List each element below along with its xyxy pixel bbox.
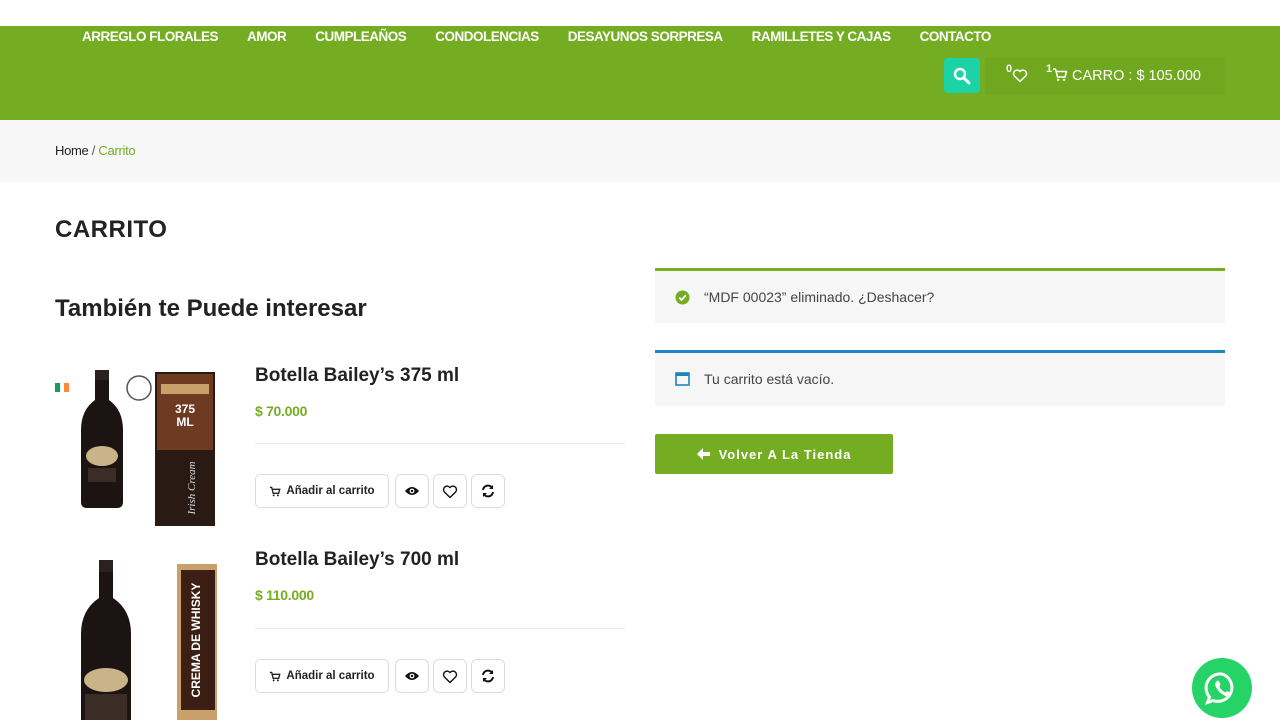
wishlist-button[interactable]: [433, 659, 467, 693]
quick-view-button[interactable]: [395, 474, 429, 508]
product-card: 375 ML Irish Cream Botella Bailey’s 375 …: [55, 365, 625, 528]
breadcrumb-separator: /: [88, 143, 99, 158]
product-price: $ 70.000: [255, 403, 308, 419]
nav-item-ramilletes-y-cajas[interactable]: RAMILLETES Y CAJAS: [752, 26, 892, 48]
window-icon: [675, 372, 690, 386]
refresh-icon: [482, 484, 494, 498]
compare-button[interactable]: [471, 659, 505, 693]
wishlist-button[interactable]: [433, 474, 467, 508]
return-to-shop-button[interactable]: Volver A La Tienda: [655, 434, 893, 474]
breadcrumb: Home / Carrito: [55, 143, 136, 158]
badge-375-line2: ML: [176, 415, 193, 429]
breadcrumb-home[interactable]: Home: [55, 143, 89, 158]
nav-item-desayunos-sorpresa[interactable]: DESAYUNOS SORPRESA: [568, 26, 723, 48]
product-price: $ 110.000: [255, 587, 314, 603]
side-text: Irish Cream: [186, 461, 198, 515]
refresh-icon: [482, 669, 494, 683]
cart-total-link[interactable]: CARRO : $ 105.000: [1072, 67, 1201, 85]
related-products-title: También te Puede interesar: [55, 295, 367, 322]
cart-icon: [270, 671, 282, 681]
page-title: CARRITO: [55, 216, 168, 243]
product-name[interactable]: Botella Bailey’s 700 ml: [255, 549, 459, 571]
empty-cart-notice: Tu carrito está vacío.: [655, 350, 1225, 406]
product-card: CREMA DE WHISKY Botella Bailey’s 700 ml …: [55, 549, 625, 720]
product-image[interactable]: CREMA DE WHISKY: [55, 552, 219, 720]
eye-icon: [405, 487, 419, 495]
nav-item-amor[interactable]: AMOR: [247, 26, 287, 48]
divider: [255, 443, 625, 444]
undo-link[interactable]: ¿Deshacer?: [858, 289, 934, 305]
nav-item-arreglo-florales[interactable]: ARREGLO FLORALES: [82, 26, 219, 48]
add-to-cart-label: Añadir al carrito: [286, 485, 375, 497]
badge-375-line1: 375: [175, 402, 195, 416]
nav-item-contacto[interactable]: CONTACTO: [920, 26, 992, 48]
whatsapp-button[interactable]: [1192, 658, 1252, 718]
nav-item-cumpleanos[interactable]: CUMPLEAÑOS: [315, 26, 407, 48]
removed-notice: “MDF 00023” eliminado. ¿Deshacer?: [655, 268, 1225, 323]
add-to-cart-button[interactable]: Añadir al carrito: [255, 659, 389, 693]
nav-menu: ARREGLO FLORALES AMOR CUMPLEAÑOS CONDOLE…: [82, 26, 1020, 48]
arrow-left-icon: [696, 448, 710, 460]
cart-icon[interactable]: [1052, 67, 1068, 82]
add-to-cart-label: Añadir al carrito: [286, 670, 375, 682]
heart-icon: [442, 484, 458, 498]
divider: [255, 628, 625, 629]
heart-icon: [442, 669, 458, 683]
search-button[interactable]: [944, 58, 980, 93]
search-icon: [953, 67, 971, 84]
breadcrumb-bar: [0, 120, 1280, 182]
cart-icon: [270, 486, 282, 496]
breadcrumb-current: Carrito: [98, 143, 136, 158]
eye-icon: [405, 672, 419, 680]
empty-cart-text: Tu carrito está vacío.: [704, 371, 835, 387]
whatsapp-icon: [1204, 672, 1234, 706]
product-name[interactable]: Botella Bailey’s 375 ml: [255, 365, 459, 387]
quick-view-button[interactable]: [395, 659, 429, 693]
top-strip: [0, 0, 1280, 26]
compare-button[interactable]: [471, 474, 505, 508]
check-circle-icon: [675, 290, 690, 305]
heart-icon[interactable]: [1012, 68, 1028, 83]
return-to-shop-label: Volver A La Tienda: [718, 446, 852, 462]
removed-notice-text: “MDF 00023” eliminado. ¿Deshacer?: [704, 289, 934, 305]
removed-message: “MDF 00023” eliminado.: [704, 289, 855, 305]
nav-item-condolencias[interactable]: CONDOLENCIAS: [435, 26, 539, 48]
badge-text: CREMA DE WHISKY: [189, 583, 203, 698]
product-image[interactable]: 375 ML Irish Cream: [55, 368, 217, 528]
add-to-cart-button[interactable]: Añadir al carrito: [255, 474, 389, 508]
